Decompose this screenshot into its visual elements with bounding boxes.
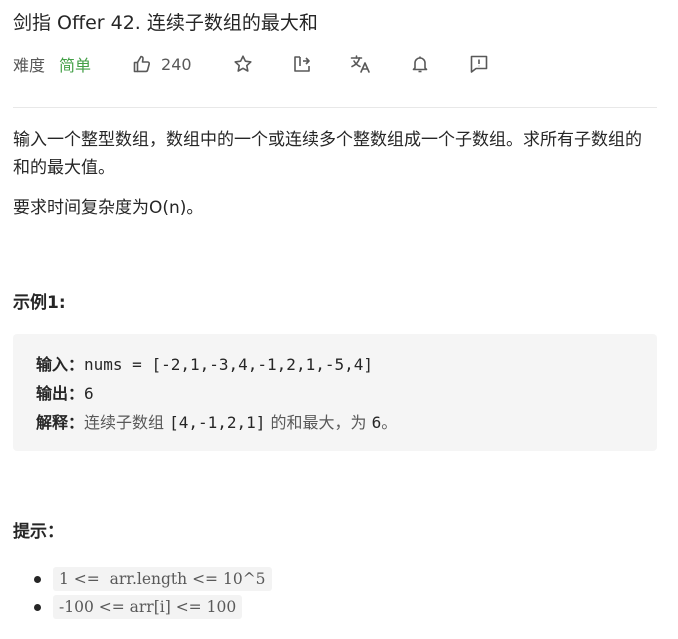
hints-list: 1 <= arr.length <= 10^5 -100 <= arr[i] <… [13, 567, 657, 621]
list-item: -100 <= arr[i] <= 100 [34, 595, 657, 621]
bullet [34, 576, 41, 583]
input-label: 输入： [36, 355, 85, 374]
like-count: 240 [161, 54, 192, 74]
difficulty-label: 难度 [13, 56, 46, 75]
bullet [34, 604, 41, 611]
translate-icon [350, 55, 370, 73]
problem-title: 剑指 Offer 42. 连续子数组的最大和 [13, 12, 318, 34]
problem-page: 剑指 Offer 42. 连续子数组的最大和 难度 简单 240 输入一个整型数… [13, 8, 657, 623]
list-item: 1 <= arr.length <= 10^5 [34, 567, 657, 593]
example-heading: 示例1: [13, 293, 66, 313]
explain-code: 6 [371, 413, 382, 432]
output-label: 输出： [36, 384, 85, 403]
share-icon [293, 56, 310, 72]
hints-heading: 提示： [13, 522, 64, 542]
explain-text: 连续子数组 [84, 413, 170, 432]
hint-code: -100 <= arr[i] <= 100 [53, 595, 243, 619]
translate-button[interactable] [350, 53, 372, 75]
output-value: 6 [84, 384, 94, 403]
example-explain-line: 解释：连续子数组 [4,-1,2,1] 的和最大，为 6。 [36, 408, 657, 437]
explain-code: [4,-1,2,1] [169, 413, 266, 432]
example-input-line: 输入：nums = [-2,1,-3,4,-1,2,1,-5,4] [36, 350, 657, 379]
input-value: nums = [-2,1,-3,4,-1,2,1,-5,4] [84, 355, 373, 374]
share-button[interactable] [291, 53, 313, 75]
subscribe-button[interactable] [409, 53, 431, 75]
feedback-icon [470, 55, 487, 73]
example-output-line: 输出：6 [36, 379, 657, 408]
example-code-block: 输入：nums = [-2,1,-3,4,-1,2,1,-5,4] 输出：6 解… [13, 334, 657, 451]
difficulty-badge: 简单 [59, 56, 92, 75]
description-paragraph: 输入一个整型数组，数组中的一个或连续多个整数组成一个子数组。求所有子数组的和的最… [13, 130, 642, 178]
problem-description: 输入一个整型数组，数组中的一个或连续多个整数组成一个子数组。求所有子数组的和的最… [13, 126, 657, 222]
problem-meta-bar: 难度 简单 240 [13, 49, 657, 79]
explain-text: 的和最大，为 [265, 413, 372, 432]
thumbs-up-icon [131, 53, 153, 75]
bell-icon [412, 56, 427, 73]
explain-text: 。 [381, 413, 398, 432]
explain-label: 解释： [36, 413, 85, 432]
star-icon [233, 55, 252, 72]
hint-code: 1 <= arr.length <= 10^5 [53, 567, 272, 591]
like-button[interactable]: 240 [131, 53, 192, 75]
favorite-button[interactable] [232, 53, 254, 75]
description-paragraph: 要求时间复杂度为O(n)。 [13, 198, 204, 218]
divider [13, 107, 657, 108]
feedback-button[interactable] [468, 53, 490, 75]
